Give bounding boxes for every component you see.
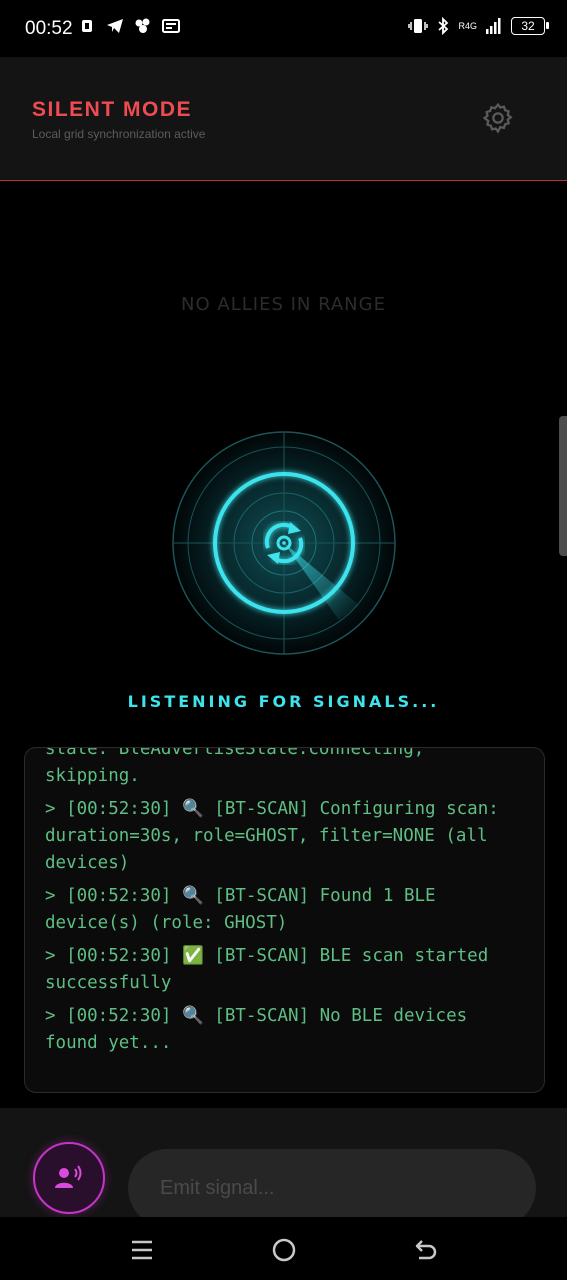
back-icon: [415, 1240, 437, 1260]
battery-level: 32: [521, 19, 535, 33]
news-app-icon: [162, 19, 180, 33]
log-line: > [00:52:30] 🔍 [BT-SCAN] Found 1 BLE dev…: [45, 886, 447, 933]
log-content: state: BleAdvertiseState.connecting, ski…: [45, 747, 528, 1063]
input-bar: [0, 1108, 567, 1227]
radar-sync-icon: [172, 431, 396, 655]
gear-icon[interactable]: [481, 101, 515, 135]
status-time: 00:52: [25, 18, 73, 39]
listening-status: LISTENING FOR SIGNALS...: [127, 692, 440, 711]
network-type-label: R4G: [458, 20, 477, 31]
edge-panel-handle[interactable]: [559, 416, 567, 556]
emit-signal-input[interactable]: [128, 1149, 536, 1227]
notification-app-icon: [82, 20, 92, 32]
vibrate-icon: [408, 19, 429, 33]
notification-icons: [80, 18, 180, 34]
menu-icon: [132, 1240, 152, 1260]
bluetooth-icon: [438, 17, 449, 35]
telegram-icon: [107, 19, 123, 33]
battery-indicator: 32: [511, 17, 549, 35]
log-line: > [00:52:30] 🔍 [BT-SCAN] Configuring sca…: [45, 799, 510, 873]
log-line-partial: state: BleAdvertiseState.connecting, ski…: [45, 747, 425, 786]
nav-menu-button[interactable]: [127, 1235, 157, 1265]
voice-broadcast-button[interactable]: [33, 1142, 105, 1214]
page-title: SILENT MODE: [32, 98, 193, 121]
page-subtitle: Local grid synchronization active: [32, 127, 206, 141]
signal-strength-icon: [486, 18, 501, 34]
log-console[interactable]: state: BleAdvertiseState.connecting, ski…: [24, 747, 545, 1093]
status-bar: 00:52 R4G 32: [0, 0, 567, 57]
navigation-bar: [0, 1217, 567, 1280]
empty-state-text: NO ALLIES IN RANGE: [181, 294, 386, 315]
log-line: > [00:52:30] 🔍 [BT-SCAN] No BLE devices …: [45, 1006, 478, 1053]
network-indicator: R4G: [458, 20, 477, 31]
home-icon: [272, 1238, 296, 1262]
nav-back-button[interactable]: [411, 1235, 441, 1265]
nav-home-button[interactable]: [269, 1235, 299, 1265]
app-header: SILENT MODE Local grid synchronization a…: [0, 57, 567, 181]
log-line: > [00:52:30] ✅ [BT-SCAN] BLE scan starte…: [45, 946, 499, 993]
voice-broadcast-icon: [55, 1165, 82, 1188]
system-icons: R4G 32: [408, 17, 549, 35]
cluster-app-icon: [135, 18, 150, 33]
